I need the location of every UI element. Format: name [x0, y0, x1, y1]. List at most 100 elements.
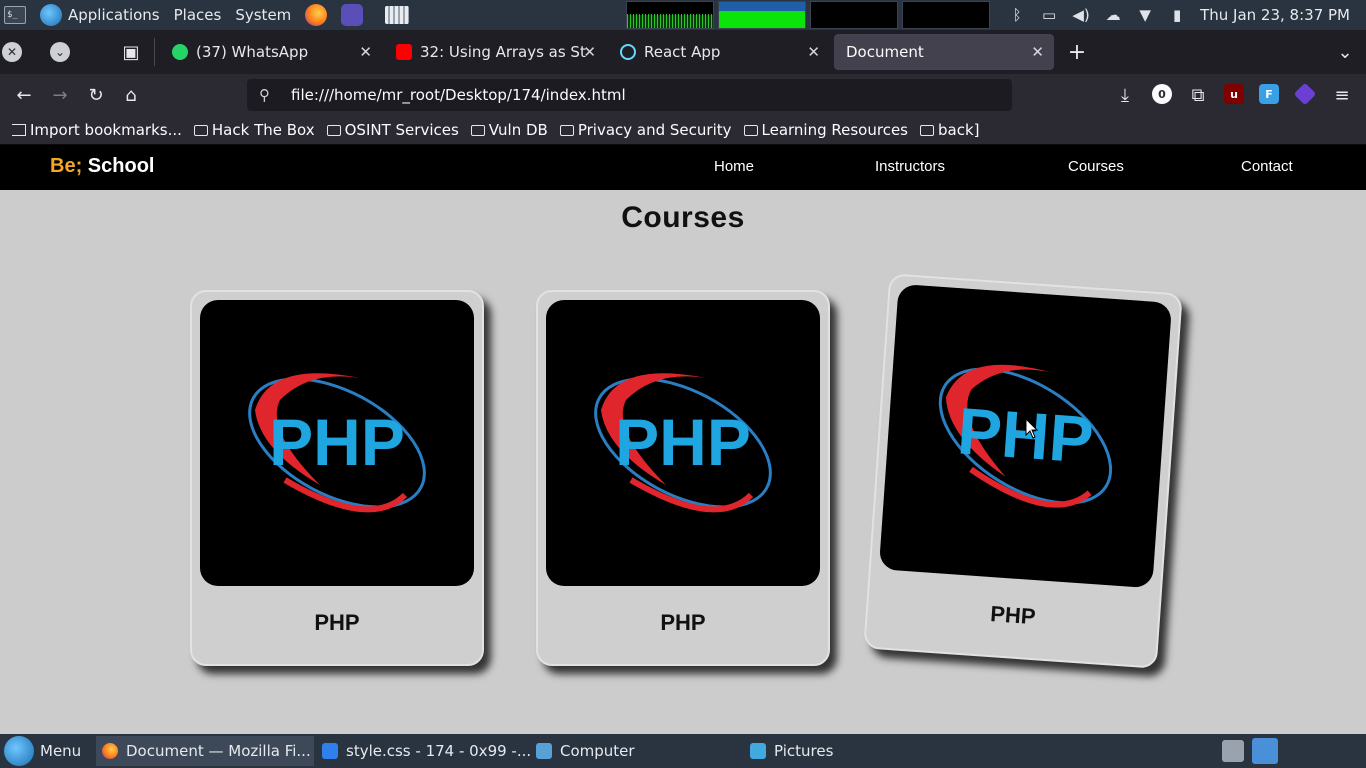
places-menu[interactable]: Places — [174, 6, 222, 24]
workspace-icon[interactable] — [1222, 740, 1244, 762]
php-logo-icon: PHP — [594, 373, 772, 513]
mouse-cursor-icon — [1025, 418, 1039, 439]
home-icon[interactable]: ⌂ — [120, 84, 142, 106]
close-tab-icon[interactable]: ✕ — [807, 43, 820, 61]
applications-menu[interactable]: Applications — [40, 4, 160, 26]
react-favicon-icon — [620, 44, 636, 60]
php-logo-text: PHP — [269, 405, 405, 479]
site-logo[interactable]: Be; School — [50, 155, 154, 178]
nav-home[interactable]: Home — [714, 158, 754, 175]
bluetooth-icon[interactable]: ᛒ — [1008, 6, 1026, 24]
terminal-icon[interactable]: $_ — [4, 6, 26, 24]
task-label: Computer — [560, 742, 635, 760]
vscode-icon — [322, 743, 338, 759]
bookmark-label: Import bookmarks... — [30, 121, 182, 139]
close-window-icon[interactable]: ✕ — [2, 42, 22, 62]
cloud-icon[interactable]: ☁ — [1104, 6, 1122, 24]
bookmark-label: Hack The Box — [211, 121, 315, 139]
applications-menu-label: Applications — [68, 6, 160, 24]
task-label: Pictures — [774, 742, 834, 760]
reload-icon[interactable]: ↻ — [85, 84, 107, 106]
task-vscode[interactable]: style.css - 174 - 0x99 -... — [316, 736, 530, 766]
app-launcher-icon[interactable] — [385, 6, 410, 24]
tab-groups-icon[interactable]: ▣ — [120, 41, 142, 63]
bookmark-folder[interactable]: Privacy and Security — [559, 121, 732, 139]
nav-instructors[interactable]: Instructors — [875, 158, 945, 175]
downloads-icon[interactable]: ⤓ — [1114, 84, 1136, 106]
folder-icon — [559, 124, 574, 136]
battery-icon[interactable]: ▮ — [1168, 6, 1186, 24]
menu-label: Menu — [40, 742, 82, 760]
url-text: file:///home/mr_root/Desktop/174/index.h… — [291, 86, 626, 104]
tab-whatsapp[interactable]: (37) WhatsApp ✕ — [160, 34, 382, 70]
bookmark-folder[interactable]: Hack The Box — [193, 121, 315, 139]
folder-icon — [193, 124, 208, 136]
new-tab-icon[interactable]: + — [1066, 40, 1088, 65]
firefox-launcher-icon[interactable] — [305, 4, 328, 26]
tab-title: 32: Using Arrays as St — [420, 43, 586, 61]
clock[interactable]: Thu Jan 23, 8:37 PM — [1200, 6, 1350, 24]
nav-contact[interactable]: Contact — [1241, 158, 1293, 175]
task-firefox[interactable]: Document — Mozilla Fi... — [96, 736, 314, 766]
whatsapp-favicon-icon — [172, 44, 188, 60]
back-icon[interactable]: ← — [13, 84, 35, 106]
browser-tab-bar: ✕ ⌄ ▣ (37) WhatsApp ✕ 32: Using Arrays a… — [0, 30, 1366, 74]
system-menu[interactable]: System — [235, 6, 291, 24]
extensions-icon[interactable]: ⧉ — [1187, 84, 1209, 106]
youtube-favicon-icon — [396, 44, 412, 60]
bookmark-folder[interactable]: Vuln DB — [470, 121, 548, 139]
list-all-tabs-icon[interactable]: ⌄ — [1334, 41, 1356, 63]
folder-icon — [920, 124, 934, 136]
folder-icon — [326, 124, 341, 136]
extension-diamond-icon[interactable] — [1293, 82, 1317, 106]
kali-logo-icon — [4, 736, 34, 766]
close-tab-icon[interactable]: ✕ — [359, 43, 372, 61]
tab-title: React App — [644, 43, 721, 61]
tab-list-icon[interactable]: ⌄ — [50, 42, 70, 62]
network-monitor — [810, 1, 898, 29]
close-tab-icon[interactable]: ✕ — [1031, 43, 1044, 61]
site-header: Be; School Home Instructors Courses Cont… — [0, 145, 1366, 190]
tab-document[interactable]: Document ✕ — [834, 34, 1054, 70]
task-pictures[interactable]: Pictures — [744, 736, 944, 766]
ublock-icon[interactable]: u — [1224, 84, 1244, 104]
course-card-hovered[interactable]: PHP PHP — [863, 273, 1183, 669]
bottom-taskbar: Menu Document — Mozilla Fi... style.css … — [0, 734, 1366, 768]
forward-icon[interactable]: → — [49, 84, 71, 106]
course-thumbnail: PHP — [546, 300, 820, 586]
active-workspace-icon[interactable] — [1252, 738, 1278, 764]
nav-courses[interactable]: Courses — [1068, 158, 1124, 175]
bookmark-folder[interactable]: back] — [920, 121, 980, 139]
extension-counter-icon[interactable]: 0 — [1152, 84, 1172, 104]
bookmark-folder[interactable]: Learning Resources — [743, 121, 909, 139]
bookmark-import[interactable]: Import bookmarks... — [12, 121, 182, 139]
task-computer[interactable]: Computer — [530, 736, 742, 766]
close-tab-icon[interactable]: ✕ — [583, 43, 596, 61]
kali-logo-icon — [40, 4, 62, 26]
course-card[interactable]: PHP PHP — [536, 290, 830, 666]
bookmark-label: OSINT Services — [344, 121, 459, 139]
tab-youtube[interactable]: 32: Using Arrays as St ✕ — [384, 34, 606, 70]
import-icon — [12, 124, 26, 136]
system-top-panel: $_ Applications Places System ᛒ ▭ ◀) ☁ ▼… — [0, 0, 1366, 30]
course-card[interactable]: PHP PHP — [190, 290, 484, 666]
display-icon[interactable]: ▭ — [1040, 6, 1058, 24]
folder-icon — [743, 124, 758, 136]
course-name: PHP — [314, 610, 360, 635]
volume-icon[interactable]: ◀) — [1072, 6, 1090, 24]
bookmark-folder[interactable]: OSINT Services — [326, 121, 459, 139]
start-menu-button[interactable]: Menu — [2, 736, 81, 766]
app-menu-icon[interactable]: ≡ — [1331, 84, 1353, 106]
memory-monitor — [718, 1, 806, 29]
tab-title: (37) WhatsApp — [196, 43, 309, 61]
php-logo-icon: PHP — [248, 373, 426, 513]
task-label: style.css - 174 - 0x99 -... — [346, 742, 530, 760]
vscode-launcher-icon[interactable] — [341, 4, 364, 26]
tab-react-app[interactable]: React App ✕ — [608, 34, 830, 70]
php-logo-text: PHP — [615, 405, 751, 479]
bookmarks-toolbar: Import bookmarks... Hack The Box OSINT S… — [0, 116, 1366, 145]
bookmark-label: Learning Resources — [761, 121, 909, 139]
fakefiller-icon[interactable]: F — [1259, 84, 1279, 104]
wifi-icon[interactable]: ▼ — [1136, 6, 1154, 24]
url-bar[interactable]: ⚲ file:///home/mr_root/Desktop/174/index… — [247, 79, 1012, 111]
